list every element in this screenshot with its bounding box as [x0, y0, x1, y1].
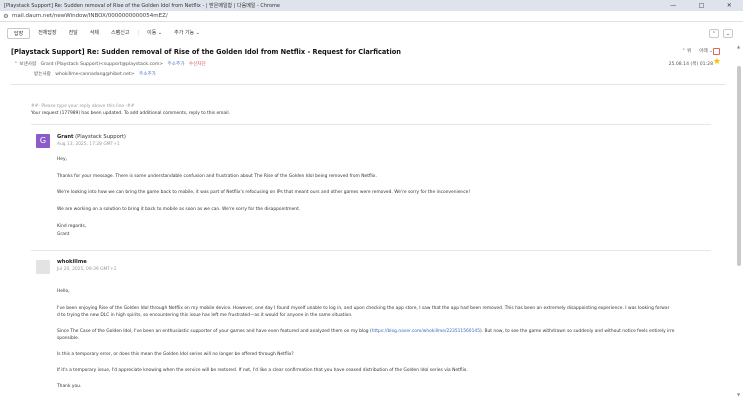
forward-button[interactable]: 전달 [63, 28, 84, 39]
add-address-link-2[interactable]: 주소추가 [139, 72, 156, 77]
paragraph: sponsible. [57, 336, 80, 341]
prev-mail-button[interactable]: ⌃ [709, 29, 719, 38]
sender-name: whokillme [57, 259, 87, 265]
from-address[interactable]: Grant (Playstack Support)<support@playst… [41, 62, 164, 67]
paragraph: We are working on a solution to bring it… [57, 207, 301, 212]
paragraph: Grant [57, 232, 70, 237]
print-icon[interactable] [713, 48, 720, 55]
blog-link[interactable]: https://blog.naver.com/whokillme/2235115… [372, 329, 480, 334]
sender-org: (Playstack Support) [73, 134, 126, 140]
window-titlebar: [Playstack Support] Re: Sudden removal o… [0, 0, 743, 11]
paragraph: If it's a temporary issue, I'd appreciat… [57, 368, 468, 373]
paragraph: We're looking into how we can bring the … [57, 190, 471, 195]
reply-all-button[interactable]: 전체답장 [32, 28, 62, 39]
mail-subject: [Playstack Support] Re: Sudden removal o… [11, 48, 401, 56]
paragraph: Kind regards, [57, 224, 87, 229]
spam-button[interactable]: 스팸신고 [105, 28, 135, 39]
text: ). But now, to see the game withdrawn so… [480, 329, 675, 334]
divider [31, 250, 711, 251]
paragraph: Since The Case of the Golden Idol, I've … [57, 329, 674, 335]
block-sender-link[interactable]: 수신차단 [189, 62, 206, 67]
star-icon[interactable]: ★ [713, 58, 721, 67]
paragraph: Is this a temporary error, or does this … [57, 352, 294, 357]
prev-next-group: ⌃ ⌄ [709, 29, 733, 38]
scroll-up-arrow[interactable]: ▲ [736, 44, 741, 49]
close-button[interactable]: ✕ [727, 2, 732, 9]
restore-button[interactable]: □ [699, 2, 705, 9]
reply-button[interactable]: 답장 [7, 28, 31, 39]
minimize-button[interactable]: — [670, 2, 676, 9]
nav-down-link[interactable]: 아래 ⌄ [699, 48, 713, 54]
paragraph: Hey, [57, 157, 67, 162]
move-button[interactable]: 이동 ⌄ [141, 28, 168, 39]
tune-icon[interactable]: ⚙ [0, 13, 12, 20]
scroll-down-arrow[interactable]: ▼ [736, 392, 741, 397]
message-date: Jul 20, 2025, 09:39 GMT+1 [57, 267, 117, 272]
mail-nav: ⌃ 위 아래 ⌄ [682, 48, 713, 54]
divider [11, 84, 726, 85]
window-title: [Playstack Support] Re: Sudden removal o… [4, 3, 281, 9]
paragraph: Hello, [57, 289, 70, 294]
to-row: 받는사람 whokillme<annadang@hibet.net> 주소추가 [34, 71, 156, 77]
from-label[interactable]: ⌃ 보낸사람 [14, 62, 36, 67]
more-button[interactable]: 추가 기능 ⌄ [168, 28, 206, 39]
sender-name-text: Grant [57, 134, 74, 140]
paragraph: I've been enjoying Rise of the Golden Id… [57, 306, 670, 311]
mail-date: 25.08.14 (목) 01:28 [668, 62, 713, 67]
reply-marker: ##- Please type your reply above this li… [31, 104, 135, 109]
add-address-link[interactable]: 주소추가 [168, 62, 185, 67]
address-bar[interactable]: ⚙ mail.daum.net/newWindow/INBOX/00000000… [0, 11, 743, 22]
divider [31, 124, 711, 125]
from-row: ⌃ 보낸사람 Grant (Playstack Support)<support… [14, 61, 206, 67]
message-date: Aug 13, 2025, 17:28 GMT+1 [57, 142, 120, 147]
paragraph: Thanks for your message. There is some u… [57, 174, 377, 179]
avatar: G [36, 134, 50, 148]
paragraph: d to trying the new DLC in high spirits,… [57, 313, 353, 318]
window-controls: — □ ✕ [659, 2, 743, 9]
next-mail-button[interactable]: ⌄ [723, 29, 733, 38]
to-label: 받는사람 [34, 72, 51, 77]
paragraph: Thank you. [57, 384, 82, 389]
url-text[interactable]: mail.daum.net/newWindow/INBOX/0000000000… [12, 13, 168, 19]
text: Since The Case of the Golden Idol, I've … [57, 329, 372, 334]
sender-name: Grant (Playstack Support) [57, 134, 126, 140]
nav-up-link[interactable]: ⌃ 위 [682, 48, 692, 54]
update-notice: Your request (177989) has been updated. … [31, 111, 230, 116]
to-address[interactable]: whokillme<annadang@hibet.net> [55, 72, 134, 77]
avatar [36, 260, 50, 274]
scrollbar-thumb[interactable] [737, 66, 741, 266]
delete-button[interactable]: 삭제 [84, 28, 105, 39]
mail-toolbar: 답장 전체답장 전달 삭제 스팸신고 | 이동 ⌄ 추가 기능 ⌄ ⌃ ⌄ [0, 26, 743, 41]
